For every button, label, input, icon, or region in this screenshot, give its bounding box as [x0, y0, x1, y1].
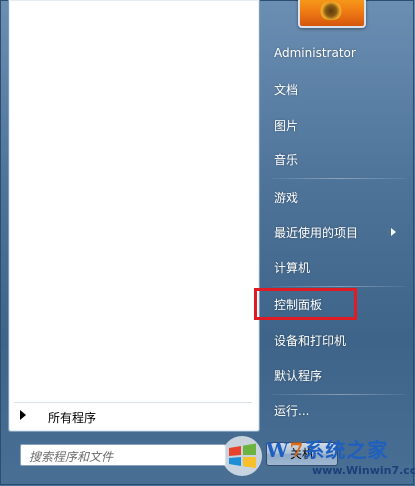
menu-item-computer[interactable]: 计算机: [274, 259, 310, 276]
highlight-annotation: [254, 288, 357, 320]
chevron-right-icon: [391, 228, 396, 236]
menu-item-pictures[interactable]: 图片: [274, 117, 298, 134]
watermark-w: W: [266, 438, 290, 462]
user-avatar[interactable]: [298, 0, 366, 28]
menu-item-run[interactable]: 运行...: [274, 402, 309, 419]
menu-item-recent-items[interactable]: 最近使用的项目: [274, 224, 358, 241]
menu-item-administrator[interactable]: Administrator: [274, 46, 356, 60]
programs-pane: [8, 0, 260, 432]
watermark-url: www.Winwin7.com: [312, 464, 415, 477]
menu-item-music[interactable]: 音乐: [274, 151, 298, 168]
watermark-cn: 系统之家: [304, 438, 389, 462]
programs-separator: [14, 402, 252, 403]
watermark-7: 7: [289, 438, 305, 462]
menu-separator: [272, 286, 406, 287]
menu-separator: [272, 394, 406, 395]
search-input[interactable]: 搜索程序和文件: [20, 444, 226, 466]
menu-item-documents[interactable]: 文档: [274, 81, 298, 98]
menu-item-devices-printers[interactable]: 设备和打印机: [274, 332, 346, 349]
flower-image: [318, 2, 344, 20]
search-placeholder: 搜索程序和文件: [29, 450, 114, 464]
menu-item-default-programs[interactable]: 默认程序: [274, 367, 322, 384]
watermark-brand: W7系统之家: [266, 434, 388, 463]
triangle-right-icon: [20, 410, 26, 420]
menu-separator: [272, 178, 406, 179]
windows-logo-icon: [222, 436, 262, 476]
all-programs-label: 所有程序: [48, 411, 97, 425]
all-programs-button[interactable]: 所有程序: [10, 404, 254, 428]
watermark: W7系统之家 www.Winwin7.com: [220, 432, 415, 484]
menu-item-games[interactable]: 游戏: [274, 189, 298, 206]
